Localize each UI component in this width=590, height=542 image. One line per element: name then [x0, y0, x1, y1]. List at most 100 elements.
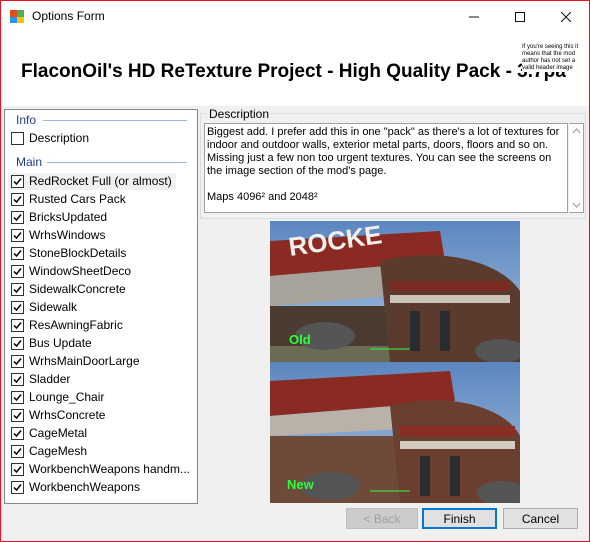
option-label: StoneBlockDetails [29, 246, 127, 260]
checkmark-icon [13, 214, 22, 222]
option-item[interactable]: WrhsMainDoorLarge [8, 353, 176, 370]
option-label: Lounge_Chair [29, 390, 105, 404]
group-divider [47, 162, 187, 163]
cancel-button[interactable]: Cancel [503, 508, 578, 529]
description-scrollbar[interactable] [569, 123, 584, 213]
close-icon [560, 11, 572, 23]
option-checkbox[interactable] [11, 283, 24, 296]
checkmark-icon [13, 358, 22, 366]
option-checkbox[interactable] [11, 319, 24, 332]
option-item[interactable]: WindowSheetDeco [8, 263, 176, 280]
group-header-info: Info [16, 113, 37, 127]
scroll-down-icon [572, 202, 581, 208]
group-header-main: Main [16, 155, 43, 169]
description-text: Biggest add. I prefer add this in one "p… [207, 126, 560, 203]
option-item[interactable]: CageMesh [8, 443, 176, 460]
header-placeholder-note: If you're seeing this it means that the … [522, 44, 584, 72]
preview-screenshot: ROCKE [270, 221, 520, 503]
header-banner: FlaconOil's HD ReTexture Project - High … [1, 31, 589, 106]
option-item[interactable]: Bus Update [8, 335, 176, 352]
label-new: New [287, 477, 314, 492]
back-button[interactable]: < Back [346, 508, 418, 529]
checkmark-icon [13, 304, 22, 312]
checkmark-icon [13, 268, 22, 276]
option-checkbox[interactable] [11, 265, 24, 278]
option-checkbox[interactable] [11, 409, 24, 422]
option-label: CageMetal [29, 426, 88, 440]
checkmark-icon [13, 250, 22, 258]
option-label: WindowSheetDeco [29, 264, 132, 278]
option-checkbox[interactable] [11, 229, 24, 242]
option-item[interactable]: Sidewalk [8, 299, 176, 316]
option-checkbox[interactable] [11, 247, 24, 260]
close-button[interactable] [543, 1, 589, 31]
options-list[interactable]: Info Description Main RedRocket Full (or… [4, 109, 198, 504]
option-item[interactable]: WorkbenchWeapons [8, 479, 176, 496]
option-label: CageMesh [29, 444, 88, 458]
option-item[interactable]: WrhsWindows [8, 227, 176, 244]
checkmark-icon [13, 232, 22, 240]
maximize-icon [515, 12, 525, 23]
option-item[interactable]: CageMetal [8, 425, 176, 442]
minimize-icon [469, 16, 479, 18]
maximize-button[interactable] [497, 1, 543, 31]
option-label: ResAwningFabric [29, 318, 123, 332]
finish-button[interactable]: Finish [422, 508, 497, 529]
option-item[interactable]: Lounge_Chair [8, 389, 176, 406]
option-checkbox[interactable] [11, 463, 24, 476]
option-label: WrhsConcrete [29, 408, 106, 422]
window-title: Options Form [32, 9, 105, 23]
option-label: Sladder [29, 372, 71, 386]
checkmark-icon [13, 394, 22, 402]
option-label: Rusted Cars Pack [29, 192, 126, 206]
checkmark-icon [13, 340, 22, 348]
options-window: Options Form FlaconOil's HD ReTexture Pr… [0, 0, 590, 542]
option-label: Description [29, 131, 90, 145]
option-item[interactable]: SidewalkConcrete [8, 281, 176, 298]
option-item[interactable]: BricksUpdated [8, 209, 176, 226]
option-preview-image: ROCKE Old New [270, 221, 520, 503]
option-checkbox[interactable] [11, 427, 24, 440]
option-item[interactable]: WrhsConcrete [8, 407, 176, 424]
option-checkbox[interactable] [11, 175, 24, 188]
option-checkbox[interactable] [11, 301, 24, 314]
option-item[interactable]: ResAwningFabric [8, 317, 176, 334]
option-checkbox[interactable] [11, 445, 24, 458]
description-legend: Description [207, 107, 272, 121]
option-checkbox[interactable] [11, 193, 24, 206]
mod-title: FlaconOil's HD ReTexture Project - High … [21, 61, 566, 82]
option-checkbox[interactable] [11, 391, 24, 404]
checkmark-icon [13, 286, 22, 294]
option-item[interactable]: RedRocket Full (or almost) [8, 173, 176, 190]
option-checkbox[interactable] [11, 373, 24, 386]
option-item[interactable]: WorkbenchWeapons handm... [8, 461, 190, 478]
scroll-up-icon [572, 128, 581, 134]
option-checkbox[interactable] [11, 355, 24, 368]
option-label: WrhsMainDoorLarge [29, 354, 140, 368]
label-old: Old [289, 332, 311, 347]
checkmark-icon [13, 412, 22, 420]
minimize-button[interactable] [451, 1, 497, 31]
title-bar[interactable]: Options Form [1, 1, 589, 31]
option-item[interactable]: StoneBlockDetails [8, 245, 176, 262]
option-checkbox[interactable] [11, 337, 24, 350]
checkmark-icon [13, 430, 22, 438]
option-checkbox[interactable] [11, 132, 24, 145]
checkmark-icon [13, 448, 22, 456]
option-label: Bus Update [29, 336, 92, 350]
option-label: SidewalkConcrete [29, 282, 126, 296]
option-checkbox[interactable] [11, 481, 24, 494]
option-item[interactable]: Sladder [8, 371, 176, 388]
description-textbox[interactable]: Biggest add. I prefer add this in one "p… [204, 123, 568, 213]
option-item[interactable]: Rusted Cars Pack [8, 191, 176, 208]
app-icon [10, 10, 24, 23]
checkmark-icon [13, 466, 22, 474]
option-checkbox[interactable] [11, 211, 24, 224]
option-label: Sidewalk [29, 300, 78, 314]
option-label: RedRocket Full (or almost) [29, 174, 172, 188]
checkmark-icon [13, 376, 22, 384]
option-item[interactable]: Description [8, 130, 176, 147]
option-label: BricksUpdated [29, 210, 108, 224]
checkmark-icon [13, 196, 22, 204]
checkmark-icon [13, 178, 22, 186]
